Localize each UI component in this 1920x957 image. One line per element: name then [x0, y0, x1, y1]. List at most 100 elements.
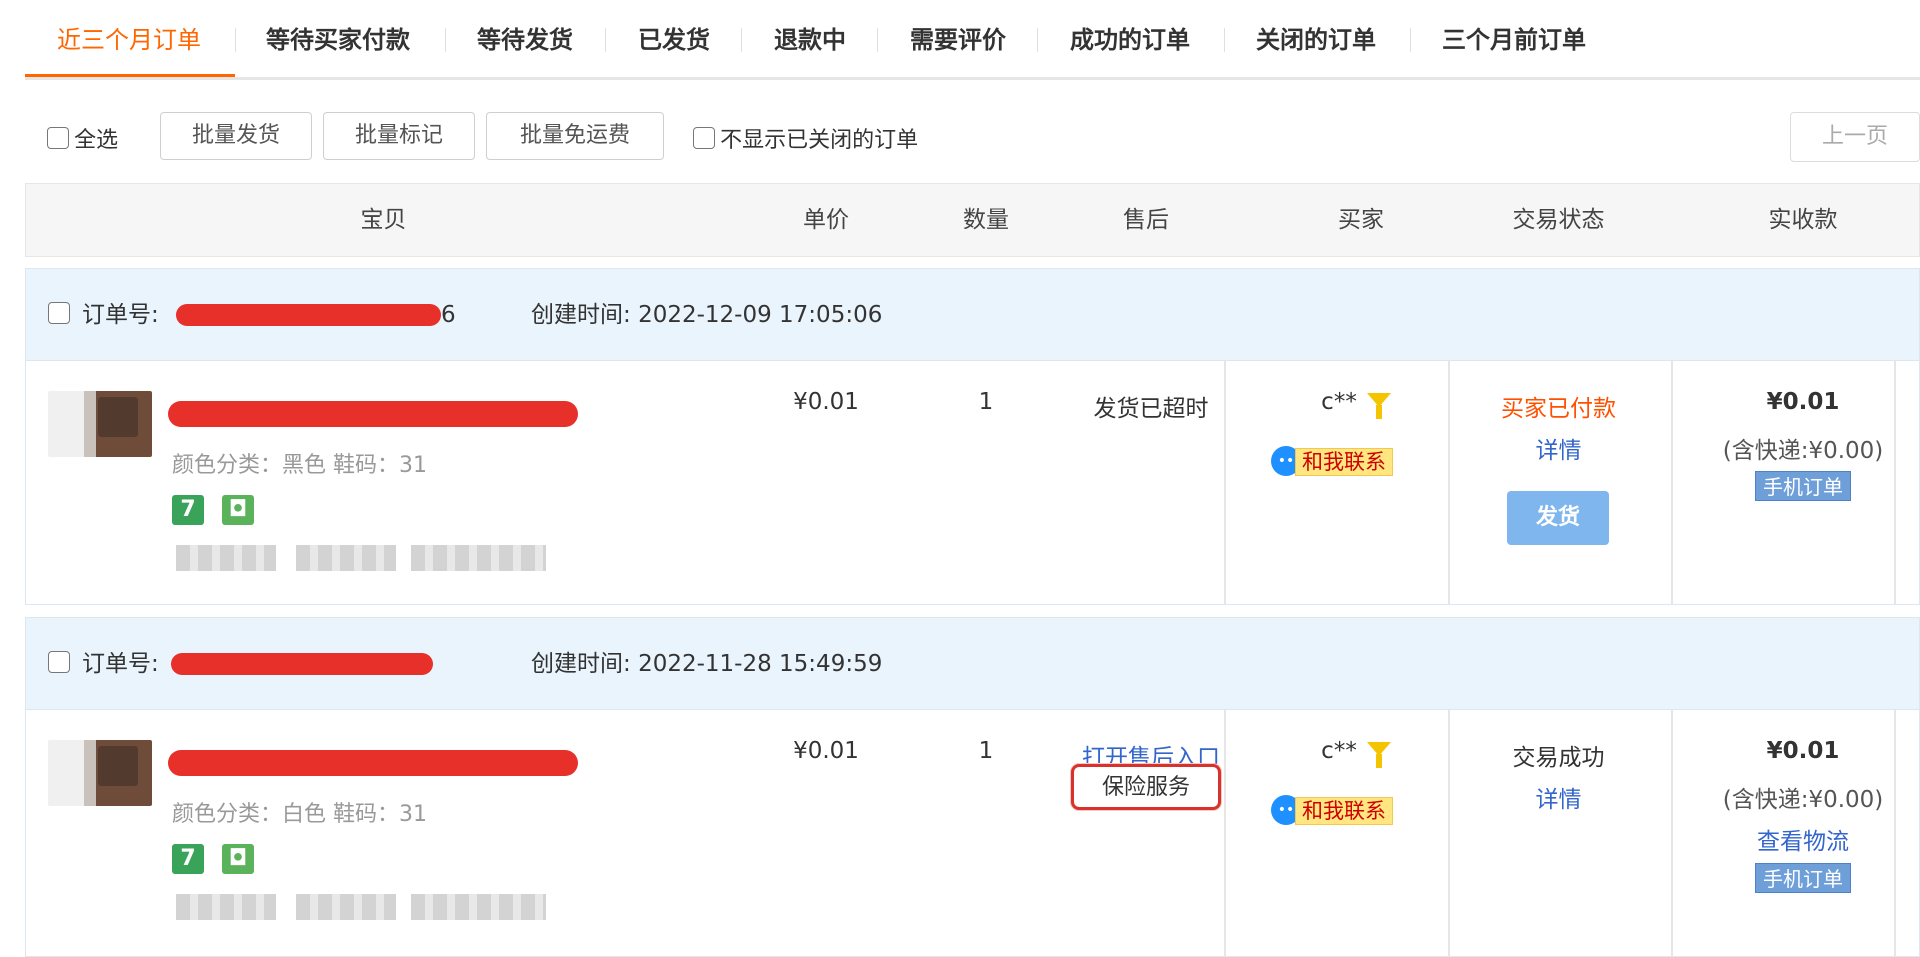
column-item: 宝贝: [360, 207, 407, 233]
tab-recent-3-months[interactable]: 近三个月订单: [57, 0, 201, 80]
blurred-text: [296, 545, 396, 571]
order-number-label: 订单号:: [82, 651, 159, 677]
product-sku: 颜色分类：黑色 鞋码：31: [172, 453, 427, 478]
contact-me-button[interactable]: •• 和我联系: [1271, 795, 1431, 825]
column-qty: 数量: [963, 207, 1009, 233]
order-header: 订单号: 创建时间: 2022-11-28 15:49:59: [26, 618, 1919, 710]
bulk-action-toolbar: 全选 批量发货 批量标记 批量免运费 不显示已关闭的订单 上一页: [25, 110, 1920, 166]
tab-divider: [445, 28, 446, 52]
trade-status: 买家已付款: [1501, 396, 1616, 422]
seven-day-return-icon: 7: [172, 844, 204, 874]
order-table-header: 宝贝 单价 数量 售后 买家 交易状态 实收款: [25, 183, 1920, 257]
received-amount: ¥0.01: [1766, 738, 1840, 764]
blurred-text: [176, 894, 276, 920]
batch-mark-button[interactable]: 批量标记: [323, 112, 475, 160]
tab-needs-review[interactable]: 需要评价: [910, 0, 1006, 80]
select-all-checkbox[interactable]: 全选: [47, 122, 118, 154]
column-buyer: 买家: [1338, 207, 1384, 233]
product-thumbnail[interactable]: [48, 740, 152, 806]
column-divider: [1671, 710, 1673, 956]
hide-closed-label: 不显示已关闭的订单: [720, 128, 919, 153]
bag-icon: ◘: [222, 495, 254, 525]
blurred-text: [296, 894, 396, 920]
unit-price: ¥0.01: [793, 389, 859, 415]
buyer-cell: c**: [1296, 389, 1416, 419]
received-amount: ¥0.01: [1766, 389, 1840, 415]
tab-divider: [605, 28, 606, 52]
order-number-label: 订单号:: [82, 302, 159, 328]
column-price: 单价: [803, 207, 849, 233]
after-sale-status: 发货已超时: [1093, 396, 1209, 422]
blurred-text: [411, 894, 546, 920]
column-divider: [1448, 361, 1450, 604]
order-created-time: 创建时间: 2022-12-09 17:05:06: [531, 269, 882, 361]
order-created-time: 创建时间: 2022-11-28 15:49:59: [531, 618, 882, 710]
column-after-sale: 售后: [1123, 207, 1169, 233]
redacted-product-title[interactable]: [168, 750, 578, 776]
tab-divider: [1037, 28, 1038, 52]
shipping-fee-note: (含快递:¥0.00): [1722, 787, 1884, 813]
created-label: 创建时间:: [531, 651, 631, 677]
tab-divider: [1224, 28, 1225, 52]
column-status: 交易状态: [1512, 207, 1605, 233]
redacted-order-number: [171, 653, 433, 675]
contact-me-button[interactable]: •• 和我联系: [1271, 446, 1431, 476]
created-value: 2022-12-09 17:05:06: [638, 302, 883, 328]
bag-icon: ◘: [222, 844, 254, 874]
tab-divider: [235, 28, 236, 52]
tab-shipped[interactable]: 已发货: [638, 0, 710, 80]
order-row: 颜色分类：黑色 鞋码：31 7 ◘ ¥0.01 1 发货已超时 c** •• 和…: [26, 361, 1919, 604]
select-all-label: 全选: [74, 128, 119, 153]
product-thumbnail[interactable]: [48, 391, 152, 457]
order-checkbox[interactable]: [48, 651, 70, 673]
order-card: 订单号: 6 创建时间: 2022-12-09 17:05:06 颜色分类：黑色…: [25, 268, 1920, 605]
created-label: 创建时间:: [531, 302, 631, 328]
tab-divider: [1410, 28, 1411, 52]
blurred-text: [176, 545, 276, 571]
active-tab-underline: [25, 74, 235, 77]
order-number-tail: 6: [441, 302, 456, 328]
tab-refunding[interactable]: 退款中: [774, 0, 846, 80]
buyer-cell: c**: [1296, 738, 1416, 768]
mobile-order-tag: 手机订单: [1755, 471, 1851, 501]
tab-older-than-3-months[interactable]: 三个月前订单: [1442, 0, 1586, 80]
tab-divider: [741, 28, 742, 52]
quantity: 1: [978, 389, 994, 415]
order-header: 订单号: 6 创建时间: 2022-12-09 17:05:06: [26, 269, 1919, 361]
quantity: 1: [978, 738, 994, 764]
seven-day-return-icon: 7: [172, 495, 204, 525]
shipping-fee-note: (含快递:¥0.00): [1722, 438, 1884, 464]
column-divider: [1671, 361, 1673, 604]
prev-page-button[interactable]: 上一页: [1790, 112, 1920, 162]
order-row: 颜色分类：白色 鞋码：31 7 ◘ ¥0.01 1 打开售后入口 保险服务 c*…: [26, 710, 1919, 956]
trade-status: 交易成功: [1512, 745, 1605, 771]
order-detail-link[interactable]: 详情: [1476, 431, 1641, 465]
contact-me-label: 和我联系: [1295, 448, 1393, 476]
checkbox-icon[interactable]: [47, 127, 69, 149]
order-checkbox[interactable]: [48, 302, 70, 324]
batch-free-shipping-button[interactable]: 批量免运费: [486, 112, 664, 160]
order-tabs: 近三个月订单 等待买家付款 等待发货 已发货 退款中 需要评价 成功的订单 关闭…: [25, 0, 1920, 80]
buyer-name[interactable]: c**: [1321, 738, 1357, 764]
order-detail-link[interactable]: 详情: [1476, 780, 1641, 814]
tab-awaiting-payment[interactable]: 等待买家付款: [266, 0, 410, 80]
view-logistics-link[interactable]: 查看物流: [1698, 822, 1908, 856]
ship-button[interactable]: 发货: [1507, 491, 1609, 545]
column-received: 实收款: [1768, 207, 1838, 233]
funnel-icon[interactable]: [1366, 393, 1391, 419]
redacted-product-title[interactable]: [168, 401, 578, 427]
buyer-name[interactable]: c**: [1321, 389, 1357, 415]
hide-closed-checkbox[interactable]: 不显示已关闭的订单: [693, 122, 918, 154]
product-sku: 颜色分类：白色 鞋码：31: [172, 802, 427, 827]
tab-successful[interactable]: 成功的订单: [1070, 0, 1190, 80]
mobile-order-tag: 手机订单: [1755, 863, 1851, 893]
funnel-icon[interactable]: [1366, 742, 1391, 768]
checkbox-icon[interactable]: [693, 127, 715, 149]
insurance-service-button[interactable]: 保险服务: [1071, 764, 1221, 810]
unit-price: ¥0.01: [793, 738, 859, 764]
tab-closed[interactable]: 关闭的订单: [1256, 0, 1376, 80]
created-value: 2022-11-28 15:49:59: [638, 651, 883, 677]
batch-ship-button[interactable]: 批量发货: [160, 112, 312, 160]
blurred-text: [411, 545, 546, 571]
tab-awaiting-shipment[interactable]: 等待发货: [477, 0, 573, 80]
